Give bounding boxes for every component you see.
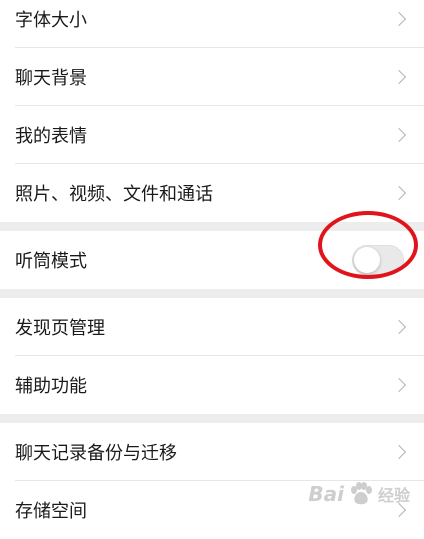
setting-label: 照片、视频、文件和通话 xyxy=(15,184,213,205)
chevron-right-icon xyxy=(391,444,407,460)
setting-chat-background[interactable]: 聊天背景 xyxy=(0,48,424,106)
chevron-right-icon xyxy=(391,11,407,27)
section-gap xyxy=(0,222,424,231)
watermark-latin: Bai xyxy=(308,482,344,506)
chevron-right-icon xyxy=(391,377,407,393)
setting-label: 听筒模式 xyxy=(15,251,87,272)
setting-media-files-calls[interactable]: 照片、视频、文件和通话 xyxy=(0,164,424,222)
setting-font-size[interactable]: 字体大小 xyxy=(0,0,424,48)
earpiece-mode-toggle[interactable] xyxy=(352,245,404,275)
setting-accessibility[interactable]: 辅助功能 xyxy=(0,356,424,414)
chevron-right-icon xyxy=(391,185,407,201)
section-gap xyxy=(0,289,424,298)
setting-chat-backup-migration[interactable]: 聊天记录备份与迁移 xyxy=(0,423,424,481)
setting-label: 聊天记录备份与迁移 xyxy=(15,443,177,464)
setting-my-stickers[interactable]: 我的表情 xyxy=(0,106,424,164)
setting-label: 字体大小 xyxy=(15,10,87,31)
setting-label: 聊天背景 xyxy=(15,68,87,89)
setting-label: 辅助功能 xyxy=(15,376,87,397)
settings-group-1: 字体大小 聊天背景 我的表情 照片、视频、文件和通话 xyxy=(0,0,424,222)
settings-group-2: 听筒模式 xyxy=(0,231,424,289)
setting-earpiece-mode: 听筒模式 xyxy=(0,231,424,289)
setting-label: 我的表情 xyxy=(15,126,87,147)
watermark-chinese: 经验 xyxy=(377,486,410,505)
chevron-right-icon xyxy=(391,69,407,85)
toggle-knob xyxy=(354,247,380,273)
paw-icon xyxy=(350,482,372,505)
baidu-jingyan-watermark: Bai 经验 xyxy=(308,481,410,507)
setting-discover-page-management[interactable]: 发现页管理 xyxy=(0,298,424,356)
settings-group-3: 发现页管理 辅助功能 xyxy=(0,298,424,414)
setting-label: 发现页管理 xyxy=(15,318,105,339)
chevron-right-icon xyxy=(391,319,407,335)
section-gap xyxy=(0,414,424,423)
chevron-right-icon xyxy=(391,127,407,143)
